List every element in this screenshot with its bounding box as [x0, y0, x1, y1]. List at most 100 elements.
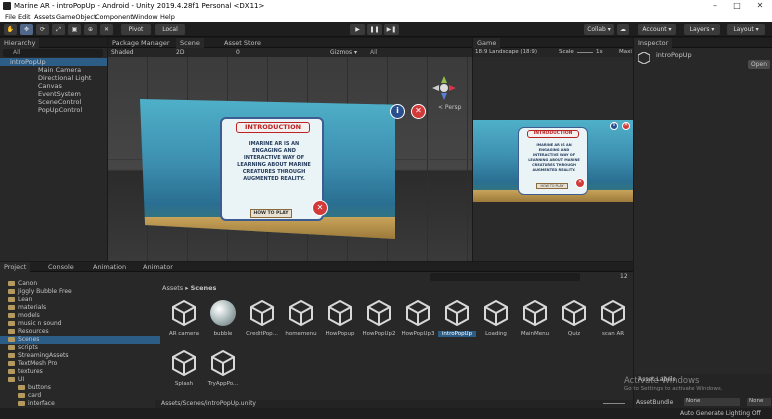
folder-item[interactable]: Jiggly Bubble Free: [8, 288, 72, 295]
menu-assets[interactable]: Assets: [34, 13, 55, 21]
transform-tool-icon[interactable]: ⊕: [84, 24, 97, 35]
asset-item[interactable]: HowPopup: [321, 298, 359, 337]
minimize-button[interactable]: –: [710, 1, 720, 10]
game-close-button[interactable]: ✕: [575, 178, 585, 188]
folder-item[interactable]: textures: [8, 368, 43, 375]
folder-item[interactable]: materials: [8, 304, 46, 311]
custom-tool-icon[interactable]: ✕: [100, 24, 113, 35]
folder-item[interactable]: UI: [8, 376, 24, 383]
project-search-input[interactable]: [430, 273, 580, 281]
hierarchy-item[interactable]: Main Camera: [38, 66, 81, 74]
asset-item[interactable]: bubble: [204, 298, 242, 337]
tab-scene[interactable]: Scene: [176, 38, 204, 48]
assetbundle-dropdown[interactable]: None: [684, 398, 740, 406]
hierarchy-search-input[interactable]: All: [3, 49, 103, 57]
step-button-icon[interactable]: ▶❚: [384, 24, 399, 35]
game-info-button[interactable]: i: [610, 122, 618, 130]
play-button-icon[interactable]: ▶: [350, 24, 365, 35]
asset-item[interactable]: Splash: [165, 348, 203, 387]
collab-dropdown[interactable]: Collab ▾: [584, 24, 614, 35]
tab-animation[interactable]: Animation: [89, 262, 130, 272]
asset-item[interactable]: introPopUp: [438, 298, 476, 337]
tab-project[interactable]: Project: [0, 262, 31, 272]
asset-item[interactable]: HowPopUp3: [399, 298, 437, 337]
close-button[interactable]: ✕: [755, 1, 765, 10]
maximize-toggle[interactable]: Maxi: [619, 49, 632, 55]
breadcrumb-scenes[interactable]: Scenes: [191, 284, 217, 292]
how-to-play-button[interactable]: HOW TO PLAY: [250, 209, 292, 218]
asset-item[interactable]: TryAppPo...: [204, 348, 242, 387]
info-button[interactable]: i: [390, 104, 405, 119]
variant-dropdown[interactable]: None: [747, 398, 771, 406]
folder-item[interactable]: Lean: [8, 296, 32, 303]
breadcrumb-assets[interactable]: Assets: [162, 284, 183, 292]
folder-item[interactable]: StreamingAssets: [8, 352, 69, 359]
game-exit-button[interactable]: ✕: [622, 122, 630, 130]
layout-dropdown[interactable]: Layout ▾: [727, 24, 765, 35]
scale-tool-icon[interactable]: ⤢: [52, 24, 65, 35]
rotate-tool-icon[interactable]: ⟳: [36, 24, 49, 35]
folder-item[interactable]: TextMesh Pro: [8, 360, 57, 367]
asset-item[interactable]: scan AR: [594, 298, 632, 337]
folder-item-scenes[interactable]: Scenes: [8, 336, 39, 343]
exit-button[interactable]: ✕: [411, 104, 426, 119]
icon-size-slider[interactable]: [603, 403, 625, 404]
tab-animator[interactable]: Animator: [139, 262, 177, 272]
maximize-button[interactable]: □: [732, 1, 742, 10]
folder-item[interactable]: interface: [18, 400, 55, 407]
pause-button-icon[interactable]: ❚❚: [367, 24, 382, 35]
folder-item[interactable]: music n sound: [8, 320, 62, 327]
scene-search-input[interactable]: All: [370, 49, 377, 56]
pivot-toggle[interactable]: Pivot: [121, 24, 151, 35]
folder-item[interactable]: scripts: [8, 344, 38, 351]
persp-label[interactable]: < Persp: [438, 104, 461, 111]
hierarchy-root[interactable]: introPopUp: [10, 58, 46, 66]
asset-item[interactable]: MainMenu: [516, 298, 554, 337]
menu-edit[interactable]: Edit: [18, 13, 31, 21]
tab-asset-store[interactable]: Asset Store: [220, 38, 265, 48]
hierarchy-item[interactable]: PopUpControl: [38, 106, 82, 114]
aspect-dropdown[interactable]: 18:9 Landscape (18:9): [475, 49, 537, 55]
open-button[interactable]: Open: [748, 60, 770, 69]
menu-file[interactable]: File: [5, 13, 16, 21]
shading-dropdown[interactable]: Shaded: [111, 49, 134, 56]
tab-package-manager[interactable]: Package Manager: [108, 38, 174, 48]
gizmos-dropdown[interactable]: Gizmos ▾: [330, 49, 357, 56]
move-tool-icon[interactable]: ✥: [20, 24, 33, 35]
asset-item[interactable]: AR camera: [165, 298, 203, 337]
menu-help[interactable]: Help: [160, 13, 175, 21]
asset-item[interactable]: HowPopUp2: [360, 298, 398, 337]
asset-item[interactable]: homemenu: [282, 298, 320, 337]
menu-component[interactable]: Component: [95, 13, 133, 21]
hierarchy-item[interactable]: Directional Light: [38, 74, 91, 82]
fx-count[interactable]: 0: [236, 49, 240, 56]
tab-game[interactable]: Game: [473, 38, 501, 48]
orientation-gizmo-icon[interactable]: [430, 74, 458, 102]
hierarchy-item[interactable]: SceneControl: [38, 98, 81, 106]
tab-inspector[interactable]: Inspector: [634, 38, 673, 48]
hierarchy-item[interactable]: EventSystem: [38, 90, 81, 98]
tab-hierarchy[interactable]: Hierarchy: [0, 38, 40, 48]
folder-item[interactable]: models: [8, 312, 40, 319]
asset-item[interactable]: Loading: [477, 298, 515, 337]
folder-item[interactable]: Resources: [8, 328, 49, 335]
cloud-icon[interactable]: ☁: [617, 24, 629, 35]
asset-item[interactable]: CreditPop...: [243, 298, 281, 337]
folder-item[interactable]: Canon: [8, 280, 37, 287]
hierarchy-item[interactable]: Canvas: [38, 82, 62, 90]
menu-window[interactable]: Window: [132, 13, 158, 21]
menu-gameobject[interactable]: GameObject: [56, 13, 97, 21]
folder-item[interactable]: card: [18, 392, 41, 399]
popup-close-button[interactable]: ✕: [312, 200, 328, 216]
game-viewport[interactable]: INTRODUCTION IMARINE AR IS AN ENGAGING A…: [473, 57, 633, 261]
2d-toggle[interactable]: 2D: [176, 49, 184, 56]
tab-console[interactable]: Console: [44, 262, 78, 272]
account-dropdown[interactable]: Account ▾: [638, 24, 676, 35]
scene-viewport[interactable]: INTRODUCTION IMARINE AR IS AN ENGAGING A…: [108, 57, 472, 261]
layers-dropdown[interactable]: Layers ▾: [684, 24, 720, 35]
game-how-to-play-button[interactable]: HOW TO PLAY: [536, 183, 568, 189]
hand-tool-icon[interactable]: ✋: [4, 24, 17, 35]
folder-item[interactable]: buttons: [18, 384, 51, 391]
rect-tool-icon[interactable]: ▣: [68, 24, 81, 35]
local-toggle[interactable]: Local: [155, 24, 185, 35]
